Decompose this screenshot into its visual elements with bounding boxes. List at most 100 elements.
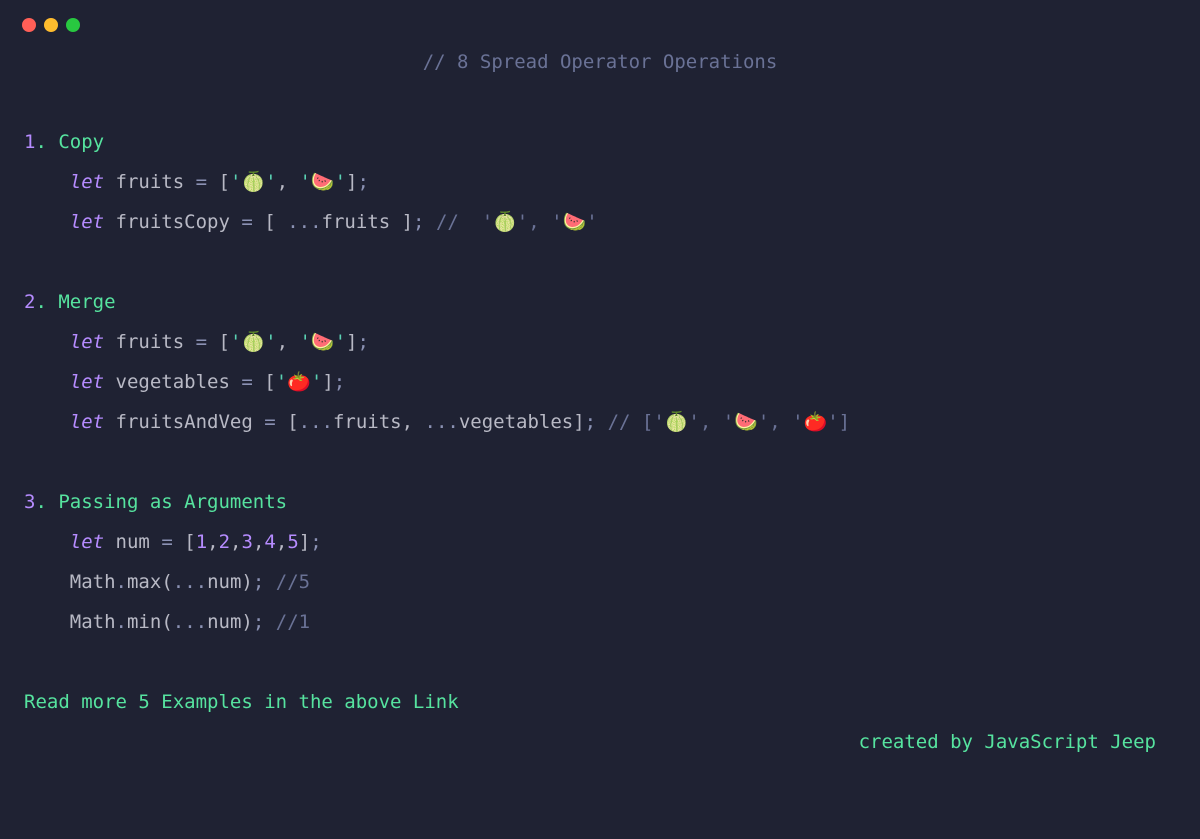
spread-operator: ... [287,209,321,236]
space [230,209,241,236]
space [207,329,218,356]
title-comment: // 8 Spread Operator Operations [423,49,778,76]
quote: ' [276,369,287,396]
semicolon: ; [310,529,321,556]
semicolon: ; [334,369,345,396]
quote: ' [335,329,346,356]
semicolon: ; [413,209,436,236]
emoji-tomato-icon: 🍅 [287,369,311,396]
indent [24,609,70,636]
space [253,369,264,396]
space [104,529,115,556]
bracket-open: [ [184,529,195,556]
emoji-melon-icon: 🍈 [241,329,265,356]
bracket-close: ] [573,409,584,436]
number-literal: 1 [196,529,207,556]
comma: , [276,529,287,556]
number-literal: 4 [264,529,275,556]
bracket-close: ] [390,209,413,236]
object-ref: Math [70,609,116,636]
inline-comment: // ['🍈', '🍉', '🍅'] [608,409,851,436]
paren-close: ) [241,569,252,596]
section-dot: . [35,289,58,316]
inline-comment: //1 [276,609,310,636]
minimize-icon[interactable] [44,18,58,32]
space [184,329,195,356]
blank-line [24,442,1176,482]
attribution-text: created by JavaScript Jeep [859,729,1156,756]
space [276,409,287,436]
section-dot: . [35,489,58,516]
bracket-open: [ [264,209,287,236]
code-line: Math . max ( ... num ) ; //5 [24,562,1176,602]
space [150,529,161,556]
code-line: let vegetables = [ ' 🍅 ' ] ; [24,362,1176,402]
code-line: let fruits = [ ' 🍈 ' , ' 🍉 ' ] ; [24,162,1176,202]
equals: = [264,409,275,436]
indent [24,569,70,596]
window-controls [0,0,1200,32]
space [184,169,195,196]
code-line: let num = [ 1 , 2 , 3 , 4 , 5 ] ; [24,522,1176,562]
spread-operator: ... [299,409,333,436]
semicolon: ; [253,569,276,596]
quote: ' [299,329,310,356]
indent [24,409,70,436]
keyword-let: let [70,209,104,236]
spread-operator: ... [425,409,459,436]
equals: = [196,169,207,196]
section-number: 1 [24,129,35,156]
comma: , [230,529,241,556]
attribution-line: created by JavaScript Jeep [24,722,1176,762]
space [173,529,184,556]
blank-line [24,242,1176,282]
paren-open: ( [161,609,172,636]
quote: ' [230,329,241,356]
equals: = [241,209,252,236]
indent [24,329,70,356]
section-1-header: 1 . Copy [24,122,1176,162]
dot: . [116,569,127,596]
function-call: max [127,569,161,596]
space [104,409,115,436]
spread-operator: ... [173,609,207,636]
bracket-open: [ [219,169,230,196]
quote: ' [230,169,241,196]
bracket-open: [ [219,329,230,356]
semicolon: ; [358,169,369,196]
code-line: let fruitsAndVeg = [ ... fruits , ... ve… [24,402,1176,442]
equals: = [196,329,207,356]
keyword-let: let [70,169,104,196]
indent [24,209,70,236]
indent [24,369,70,396]
paren-close: ) [241,609,252,636]
keyword-let: let [70,409,104,436]
bracket-close: ] [322,369,333,396]
section-title: Copy [58,129,104,156]
space [104,369,115,396]
quote: ' [299,169,310,196]
semicolon: ; [585,409,608,436]
object-ref: Math [70,569,116,596]
semicolon: ; [253,609,276,636]
quote: ' [311,369,322,396]
var-name: num [116,529,150,556]
comma: , [402,409,425,436]
var-ref: num [207,609,241,636]
section-2-header: 2 . Merge [24,282,1176,322]
comma: , [277,329,300,356]
bracket-open: [ [264,369,275,396]
var-name: vegetables [116,369,230,396]
emoji-watermelon-icon: 🍉 [311,169,335,196]
number-literal: 2 [219,529,230,556]
close-icon[interactable] [22,18,36,32]
var-name: fruits [116,329,185,356]
code-content: // 8 Spread Operator Operations 1 . Copy… [0,32,1200,762]
maximize-icon[interactable] [66,18,80,32]
quote: ' [265,329,276,356]
var-name: fruitsAndVeg [116,409,253,436]
number-literal: 3 [242,529,253,556]
quote: ' [335,169,346,196]
number-literal: 5 [287,529,298,556]
title-comment-line: // 8 Spread Operator Operations [24,42,1176,82]
